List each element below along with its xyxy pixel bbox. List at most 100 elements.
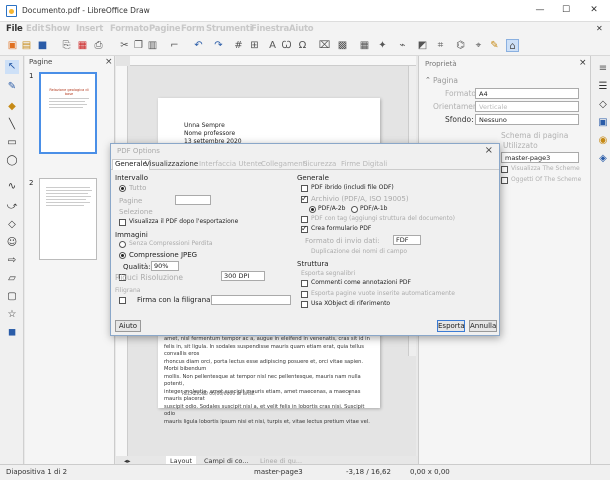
rectangle-icon[interactable]: ▭	[5, 136, 19, 150]
grid-icon[interactable]: #	[232, 39, 245, 52]
navigator-icon[interactable]: ✦	[376, 39, 389, 52]
menu-form[interactable]: Form	[181, 24, 205, 34]
fill-color-icon[interactable]: ◆	[5, 100, 19, 114]
menu-view[interactable]: Show	[45, 24, 70, 34]
pdfa1b-radio[interactable]	[351, 206, 358, 213]
redo-icon[interactable]: ↷	[212, 39, 225, 52]
menu-format[interactable]: Formato	[110, 24, 149, 34]
block-arrows-icon[interactable]: ⇨	[5, 254, 19, 268]
page-thumbnail-1[interactable]: Relazione geologica di base	[39, 72, 97, 154]
tab-links[interactable]: Collegamenti	[261, 160, 307, 168]
quality-input[interactable]: 90%	[151, 261, 179, 271]
minimize-button[interactable]: —	[532, 3, 548, 17]
toggle-extrusion-icon[interactable]: ⌂	[506, 39, 519, 52]
lossless-radio[interactable]	[119, 241, 126, 248]
menu-close-doc-icon[interactable]: ✕	[596, 24, 603, 33]
empty-pages-checkbox[interactable]	[301, 291, 308, 298]
line-color-icon[interactable]: ✎	[5, 80, 19, 94]
menu-insert[interactable]: Insert	[76, 24, 103, 34]
export-icon[interactable]: ⎘	[60, 39, 73, 52]
create-form-checkbox[interactable]	[301, 224, 308, 233]
callouts-icon[interactable]: ▢	[5, 290, 19, 304]
insert-table-icon[interactable]: ▦	[358, 39, 371, 52]
tab-digital-signatures[interactable]: Firme Digitali	[341, 160, 387, 168]
ellipse-icon[interactable]: ◯	[5, 154, 19, 168]
pdfa2b-radio[interactable]	[309, 206, 316, 213]
menu-tools[interactable]: Strumenti	[206, 24, 252, 34]
text-box-icon[interactable]: A	[266, 39, 279, 52]
clone-formatting-icon[interactable]: ⌐	[168, 39, 181, 52]
pages-panel-close-icon[interactable]: ×	[105, 57, 113, 67]
hybrid-pdf-checkbox[interactable]	[301, 185, 308, 192]
format-select[interactable]: A4	[475, 88, 579, 99]
tab-user-interface[interactable]: Interfaccia Utente	[199, 160, 262, 168]
orientation-select[interactable]: Verticale	[475, 101, 579, 112]
tab-view[interactable]: Visualizzazione	[145, 160, 198, 168]
new-icon[interactable]: ▣	[6, 39, 19, 52]
tagged-pdf-checkbox[interactable]	[301, 216, 308, 223]
maximize-button[interactable]: ☐	[558, 3, 574, 17]
range-all-radio[interactable]	[119, 185, 126, 192]
section-toggle-icon[interactable]: ⌃	[425, 76, 431, 84]
watermark-input[interactable]	[211, 295, 291, 305]
3d-objects-icon[interactable]: ◼	[5, 326, 19, 340]
xobject-checkbox[interactable]	[301, 301, 308, 308]
styles-icon[interactable]: ◇	[596, 98, 610, 112]
tab-security[interactable]: Sicurezza	[303, 160, 336, 168]
gallery-icon[interactable]: ▣	[596, 116, 610, 130]
save-icon[interactable]: ■	[36, 39, 49, 52]
transform-icon[interactable]: ⌖	[472, 39, 485, 52]
resolution-select[interactable]: 300 DPI	[221, 271, 265, 281]
archive-pdfa-checkbox[interactable]	[301, 194, 308, 203]
chart-icon[interactable]: ▩	[336, 39, 349, 52]
pages-input[interactable]	[175, 195, 211, 205]
pencil-icon[interactable]: ✎	[488, 39, 501, 52]
dialog-close-icon[interactable]: ×	[485, 145, 493, 156]
menu-help[interactable]: Aiuto	[289, 24, 314, 34]
sidebar-menu-icon[interactable]: ≡	[596, 62, 610, 76]
line-icon[interactable]: ╲	[5, 118, 19, 132]
view-pdf-checkbox[interactable]	[119, 219, 126, 226]
comments-checkbox[interactable]	[301, 280, 308, 287]
sidebar-close-icon[interactable]: ×	[579, 58, 587, 68]
watermark-checkbox[interactable]	[119, 297, 126, 304]
undo-icon[interactable]: ↶	[192, 39, 205, 52]
menu-pages[interactable]: Pagine	[149, 24, 181, 34]
shapes-icon[interactable]: ◈	[596, 152, 610, 166]
page-thumbnail-2[interactable]	[39, 178, 97, 260]
symbol-shapes-icon[interactable]: ☺	[5, 236, 19, 250]
copy-icon[interactable]: ❐	[132, 39, 145, 52]
crop-icon[interactable]: ⌗	[434, 39, 447, 52]
menu-file[interactable]: File	[6, 24, 23, 34]
basic-shapes-icon[interactable]: ◇	[5, 218, 19, 232]
paste-icon[interactable]: ▥	[146, 39, 159, 52]
print-icon[interactable]: ⎙	[92, 39, 105, 52]
shadow-icon[interactable]: ◩	[416, 39, 429, 52]
cut-icon[interactable]: ✂	[118, 39, 131, 52]
menu-window[interactable]: Finestra	[251, 24, 289, 34]
menu-edit[interactable]: Edit	[26, 24, 44, 34]
fontwork-icon[interactable]: Ꞷ	[280, 39, 293, 52]
hyperlink-icon[interactable]: ⌁	[396, 39, 409, 52]
submit-format-select[interactable]: FDF	[393, 235, 421, 245]
insert-image-icon[interactable]: ⌧	[318, 39, 331, 52]
stars-icon[interactable]: ☆	[5, 308, 19, 322]
jpeg-radio[interactable]	[119, 252, 126, 259]
curve-icon[interactable]: ∿	[5, 180, 19, 194]
export-pdf-icon[interactable]: ▦	[76, 39, 89, 52]
helplines-icon[interactable]: ⊞	[248, 39, 261, 52]
master-select[interactable]: master-page3	[501, 152, 579, 163]
properties-icon[interactable]: ☰	[596, 80, 610, 94]
connector-icon[interactable]: ⤻	[5, 200, 19, 214]
navigator-sidebar-icon[interactable]: ◉	[596, 134, 610, 148]
close-button[interactable]: ✕	[586, 3, 602, 17]
cancel-button[interactable]: Annulla	[469, 320, 497, 332]
export-button[interactable]: Esporta	[437, 320, 465, 332]
flowchart-icon[interactable]: ▱	[5, 272, 19, 286]
select-icon[interactable]: ↖	[5, 60, 19, 74]
show-master-checkbox[interactable]	[501, 166, 508, 173]
special-character-icon[interactable]: Ω	[296, 39, 309, 52]
help-button[interactable]: Aiuto	[115, 320, 141, 332]
filter-icon[interactable]: ⌬	[454, 39, 467, 52]
show-objects-checkbox[interactable]	[501, 177, 508, 184]
